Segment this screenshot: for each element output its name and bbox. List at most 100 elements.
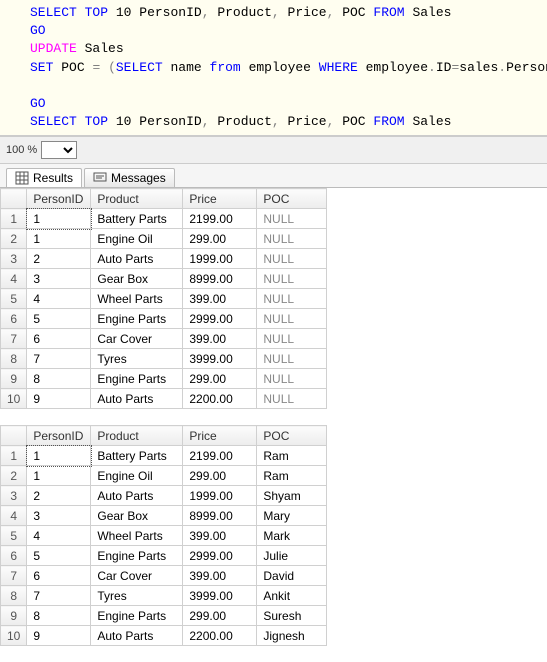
- cell-poc[interactable]: NULL: [257, 329, 327, 349]
- cell-price[interactable]: 8999.00: [183, 269, 257, 289]
- row-number[interactable]: 4: [1, 269, 27, 289]
- table-row[interactable]: 21Engine Oil299.00NULL: [1, 229, 327, 249]
- cell-product[interactable]: Battery Parts: [91, 446, 183, 466]
- cell-price[interactable]: 299.00: [183, 466, 257, 486]
- cell-poc[interactable]: NULL: [257, 349, 327, 369]
- row-number[interactable]: 5: [1, 526, 27, 546]
- cell-person[interactable]: 4: [27, 526, 91, 546]
- rownum-header[interactable]: [1, 189, 27, 209]
- cell-poc[interactable]: NULL: [257, 369, 327, 389]
- row-number[interactable]: 6: [1, 546, 27, 566]
- row-number[interactable]: 1: [1, 446, 27, 466]
- cell-poc[interactable]: NULL: [257, 289, 327, 309]
- sql-editor[interactable]: SELECT TOP 10 PersonID, Product, Price, …: [0, 0, 547, 136]
- cell-person[interactable]: 7: [27, 586, 91, 606]
- cell-person[interactable]: 2: [27, 486, 91, 506]
- row-number[interactable]: 5: [1, 289, 27, 309]
- row-number[interactable]: 4: [1, 506, 27, 526]
- cell-price[interactable]: 399.00: [183, 566, 257, 586]
- cell-person[interactable]: 7: [27, 349, 91, 369]
- cell-product[interactable]: Auto Parts: [91, 626, 183, 646]
- cell-product[interactable]: Auto Parts: [91, 249, 183, 269]
- cell-product[interactable]: Auto Parts: [91, 486, 183, 506]
- cell-person[interactable]: 6: [27, 566, 91, 586]
- cell-product[interactable]: Gear Box: [91, 269, 183, 289]
- table-row[interactable]: 21Engine Oil299.00Ram: [1, 466, 327, 486]
- row-number[interactable]: 7: [1, 566, 27, 586]
- table-row[interactable]: 11Battery Parts2199.00NULL: [1, 209, 327, 229]
- row-number[interactable]: 1: [1, 209, 27, 229]
- cell-price[interactable]: 1999.00: [183, 486, 257, 506]
- cell-price[interactable]: 399.00: [183, 526, 257, 546]
- cell-poc[interactable]: NULL: [257, 249, 327, 269]
- cell-product[interactable]: Battery Parts: [91, 209, 183, 229]
- cell-price[interactable]: 3999.00: [183, 586, 257, 606]
- cell-person[interactable]: 1: [27, 209, 91, 229]
- col-header-product[interactable]: Product: [91, 426, 183, 446]
- cell-price[interactable]: 3999.00: [183, 349, 257, 369]
- cell-poc[interactable]: Mary: [257, 506, 327, 526]
- cell-poc[interactable]: Ram: [257, 446, 327, 466]
- col-header-price[interactable]: Price: [183, 426, 257, 446]
- cell-poc[interactable]: Ram: [257, 466, 327, 486]
- cell-poc[interactable]: Ankit: [257, 586, 327, 606]
- table-row[interactable]: 76Car Cover399.00NULL: [1, 329, 327, 349]
- cell-product[interactable]: Auto Parts: [91, 389, 183, 409]
- cell-product[interactable]: Engine Parts: [91, 606, 183, 626]
- cell-product[interactable]: Car Cover: [91, 566, 183, 586]
- cell-poc[interactable]: NULL: [257, 389, 327, 409]
- table-row[interactable]: 43Gear Box8999.00Mary: [1, 506, 327, 526]
- cell-price[interactable]: 2999.00: [183, 309, 257, 329]
- rownum-header[interactable]: [1, 426, 27, 446]
- cell-person[interactable]: 9: [27, 626, 91, 646]
- cell-price[interactable]: 299.00: [183, 369, 257, 389]
- row-number[interactable]: 10: [1, 389, 27, 409]
- table-row[interactable]: 32Auto Parts1999.00NULL: [1, 249, 327, 269]
- cell-poc[interactable]: Mark: [257, 526, 327, 546]
- cell-product[interactable]: Car Cover: [91, 329, 183, 349]
- cell-person[interactable]: 4: [27, 289, 91, 309]
- row-number[interactable]: 2: [1, 466, 27, 486]
- cell-person[interactable]: 9: [27, 389, 91, 409]
- cell-poc[interactable]: Julie: [257, 546, 327, 566]
- cell-poc[interactable]: Shyam: [257, 486, 327, 506]
- table-row[interactable]: 11Battery Parts2199.00Ram: [1, 446, 327, 466]
- cell-price[interactable]: 2999.00: [183, 546, 257, 566]
- cell-price[interactable]: 2199.00: [183, 446, 257, 466]
- table-row[interactable]: 32Auto Parts1999.00Shyam: [1, 486, 327, 506]
- cell-person[interactable]: 1: [27, 229, 91, 249]
- cell-product[interactable]: Engine Parts: [91, 369, 183, 389]
- cell-poc[interactable]: NULL: [257, 229, 327, 249]
- cell-poc[interactable]: NULL: [257, 269, 327, 289]
- cell-product[interactable]: Wheel Parts: [91, 289, 183, 309]
- col-header-person[interactable]: PersonID: [27, 189, 91, 209]
- cell-price[interactable]: 2200.00: [183, 389, 257, 409]
- col-header-poc[interactable]: POC: [257, 189, 327, 209]
- row-number[interactable]: 9: [1, 369, 27, 389]
- cell-product[interactable]: Engine Parts: [91, 309, 183, 329]
- row-number[interactable]: 2: [1, 229, 27, 249]
- row-number[interactable]: 7: [1, 329, 27, 349]
- cell-product[interactable]: Engine Oil: [91, 229, 183, 249]
- cell-price[interactable]: 1999.00: [183, 249, 257, 269]
- row-number[interactable]: 6: [1, 309, 27, 329]
- cell-product[interactable]: Gear Box: [91, 506, 183, 526]
- table-row[interactable]: 76Car Cover399.00David: [1, 566, 327, 586]
- zoom-select[interactable]: [41, 141, 77, 159]
- table-row[interactable]: 98Engine Parts299.00Suresh: [1, 606, 327, 626]
- table-row[interactable]: 98Engine Parts299.00NULL: [1, 369, 327, 389]
- cell-product[interactable]: Tyres: [91, 349, 183, 369]
- cell-product[interactable]: Engine Oil: [91, 466, 183, 486]
- tab-messages[interactable]: Messages: [84, 168, 175, 187]
- cell-product[interactable]: Engine Parts: [91, 546, 183, 566]
- cell-person[interactable]: 3: [27, 506, 91, 526]
- cell-person[interactable]: 3: [27, 269, 91, 289]
- col-header-product[interactable]: Product: [91, 189, 183, 209]
- row-number[interactable]: 3: [1, 249, 27, 269]
- cell-poc[interactable]: NULL: [257, 209, 327, 229]
- col-header-poc[interactable]: POC: [257, 426, 327, 446]
- table-row[interactable]: 65Engine Parts2999.00NULL: [1, 309, 327, 329]
- cell-price[interactable]: 2199.00: [183, 209, 257, 229]
- cell-person[interactable]: 8: [27, 606, 91, 626]
- cell-poc[interactable]: Jignesh: [257, 626, 327, 646]
